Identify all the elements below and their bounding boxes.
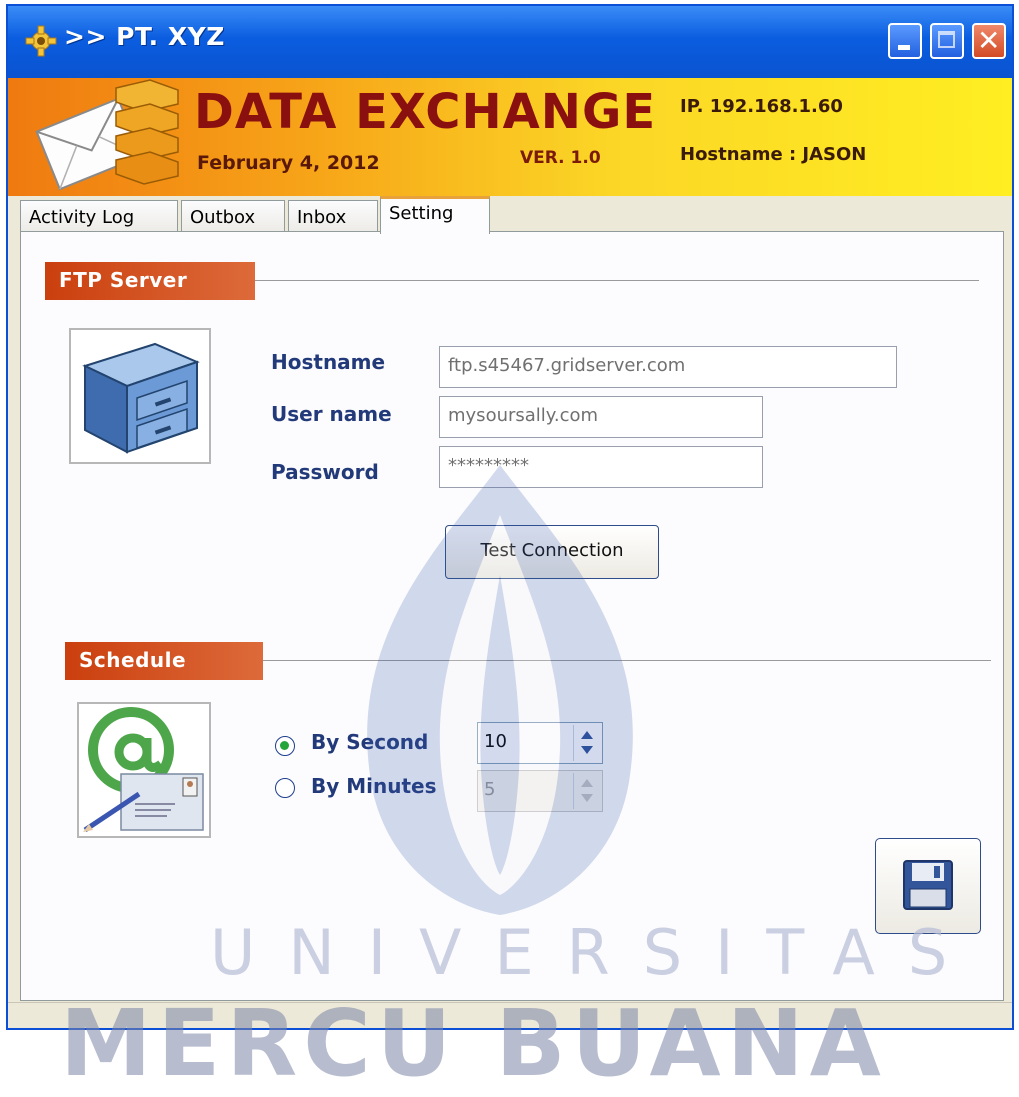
spin-down-icon[interactable]: [581, 746, 593, 754]
title-bar[interactable]: >> PT. XYZ ✕: [8, 6, 1012, 78]
hostname-label: Hostname: [271, 350, 386, 374]
by-minutes-value: 5: [484, 779, 496, 800]
ftp-section-title: FTP Server: [45, 262, 255, 300]
setting-panel: FTP Server Hostname ftp.s45467.gridserve…: [20, 231, 1004, 1001]
tab-inbox[interactable]: Inbox: [288, 200, 378, 232]
password-field[interactable]: *********: [439, 446, 763, 488]
data-exchange-logo: [35, 79, 179, 191]
app-version: VER. 1.0: [520, 148, 601, 168]
gear-icon: [25, 25, 57, 57]
app-date: February 4, 2012: [197, 152, 380, 174]
server-image-frame: [69, 328, 211, 464]
maximize-icon: [938, 31, 955, 48]
by-minutes-stepper: 5: [477, 770, 603, 812]
password-label: Password: [271, 460, 379, 484]
tab-setting[interactable]: Setting: [380, 196, 490, 234]
spin-up-icon: [581, 779, 593, 787]
spin-down-icon: [581, 794, 593, 802]
by-minutes-spin-buttons: [573, 773, 600, 809]
tab-outbox[interactable]: Outbox: [181, 200, 285, 232]
close-icon: ✕: [977, 24, 1001, 57]
save-button[interactable]: [875, 838, 981, 934]
minimize-icon: [898, 45, 910, 50]
by-second-radio[interactable]: [275, 736, 295, 756]
by-minutes-radio[interactable]: [275, 778, 295, 798]
tab-activity-log[interactable]: Activity Log: [20, 200, 178, 232]
email-image-frame: [77, 702, 211, 838]
hostname-field[interactable]: ftp.s45467.gridserver.com: [439, 346, 897, 388]
spin-up-icon[interactable]: [581, 731, 593, 739]
by-second-spin-buttons[interactable]: [573, 725, 600, 761]
by-second-stepper[interactable]: 10: [477, 722, 603, 764]
app-banner: DATA EXCHANGE February 4, 2012 VER. 1.0 …: [8, 78, 1012, 196]
hostname-info: Hostname : JASON: [680, 144, 867, 165]
username-field[interactable]: mysoursally.com: [439, 396, 763, 438]
app-window: >> PT. XYZ ✕ DATA EXCHANGE February 4, 2…: [6, 4, 1014, 1030]
maximize-button[interactable]: [930, 23, 964, 59]
save-disk-icon: [903, 860, 953, 910]
app-title: DATA EXCHANGE: [194, 84, 657, 140]
schedule-section-divider: [263, 660, 991, 661]
minimize-button[interactable]: [888, 23, 922, 59]
close-button[interactable]: ✕: [972, 23, 1006, 59]
email-at-icon: [83, 707, 204, 833]
ftp-section-divider: [255, 280, 979, 281]
status-bar: [8, 1002, 1012, 1028]
server-cabinet-icon: [82, 342, 200, 454]
username-label: User name: [271, 402, 392, 426]
by-second-label: By Second: [311, 730, 429, 754]
by-second-value: 10: [484, 731, 507, 752]
test-connection-button[interactable]: Test Connection: [445, 525, 659, 579]
window-title: >> PT. XYZ: [64, 22, 225, 51]
by-minutes-label: By Minutes: [311, 774, 437, 798]
schedule-section-title: Schedule: [65, 642, 263, 680]
ip-address: IP. 192.168.1.60: [680, 96, 843, 117]
